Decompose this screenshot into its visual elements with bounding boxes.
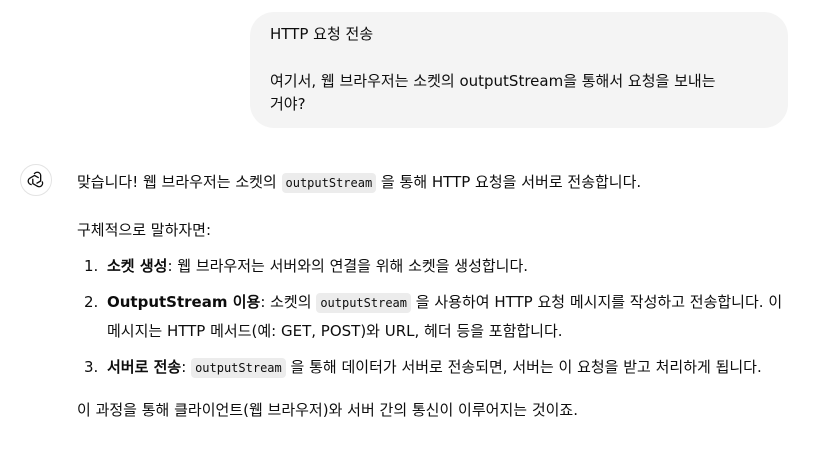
- inline-code: outputStream: [191, 358, 286, 378]
- list-item-title: OutputStream 이용: [107, 293, 261, 311]
- list-item: 3. 서버로 전송: outputStream 을 통해 데이터가 서버로 전송…: [77, 353, 797, 382]
- user-message-line: HTTP 요청 전송: [270, 25, 374, 43]
- assistant-message: 맞습니다! 웹 브라우저는 소켓의 outputStream 을 통해 HTTP…: [77, 168, 797, 424]
- list-item-text: : 웹 브라우저는 서버와의 연결을 위해 소켓을 생성합니다.: [167, 257, 529, 275]
- inline-code: outputStream: [281, 173, 377, 193]
- user-message-bubble: HTTP 요청 전송 여기서, 웹 브라우저는 소켓의 outputStream…: [250, 12, 788, 128]
- list-item-number: 2.: [84, 293, 99, 311]
- list-item: 1. 소켓 생성: 웹 브라우저는 서버와의 연결을 위해 소켓을 생성합니다.: [77, 252, 797, 280]
- list-item-text: : 소켓의: [260, 293, 317, 311]
- answer-intro: 맞습니다! 웹 브라우저는 소켓의 outputStream 을 통해 HTTP…: [77, 168, 797, 196]
- user-message-line: 여기서, 웹 브라우저는 소켓의 outputStream을 통해서 요청을 보…: [270, 72, 716, 90]
- inline-code: outputStream: [316, 293, 412, 313]
- answer-intro-text: 을 통해 HTTP 요청을 서버로 전송합니다.: [376, 173, 642, 191]
- list-item-title: 서버로 전송: [107, 358, 182, 376]
- list-item-title: 소켓 생성: [107, 257, 168, 275]
- answer-subheading: 구체적으로 말하자면:: [77, 221, 212, 239]
- list-item-number: 3.: [84, 358, 99, 376]
- user-message-line: 거야?: [270, 95, 306, 113]
- answer-intro-text: 맞습니다! 웹 브라우저는 소켓의: [77, 173, 282, 191]
- assistant-avatar: [20, 164, 52, 196]
- list-item-number: 1.: [84, 257, 99, 275]
- answer-conclusion: 이 과정을 통해 클라이언트(웹 브라우저)와 서버 간의 통신이 이루어지는 …: [77, 401, 578, 419]
- list-item-text: 을 통해 데이터가 서버로 전송되면, 서버는 이 요청을 받고 처리하게 됩니…: [285, 358, 762, 376]
- list-item: 2. OutputStream 이용: 소켓의 outputStream 을 사…: [77, 288, 797, 345]
- list-item-text: :: [181, 358, 192, 376]
- openai-logo-icon: [27, 171, 44, 188]
- answer-steps-list: 1. 소켓 생성: 웹 브라우저는 서버와의 연결을 위해 소켓을 생성합니다.…: [77, 252, 797, 382]
